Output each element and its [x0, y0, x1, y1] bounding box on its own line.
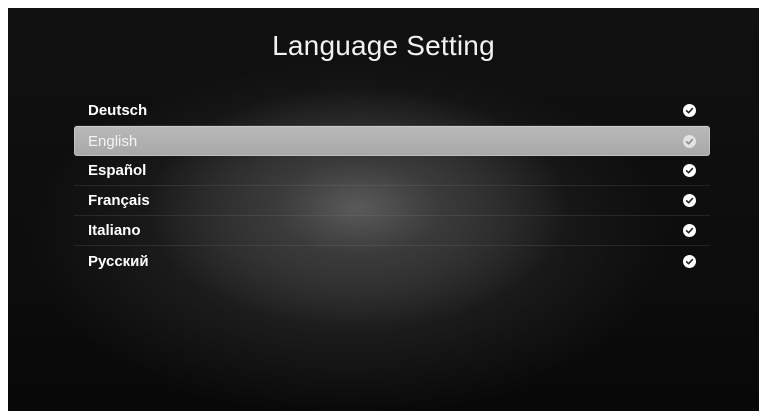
check-circle-icon: [683, 104, 696, 117]
language-item-english[interactable]: English: [74, 126, 710, 156]
language-label: Deutsch: [88, 102, 148, 119]
language-item-italiano[interactable]: Italiano: [74, 216, 710, 246]
language-label: Español: [88, 162, 147, 179]
language-label: Italiano: [88, 222, 141, 239]
language-list: Deutsch English Español Français Italian…: [74, 96, 710, 276]
check-circle-icon: [683, 194, 696, 207]
language-label: Français: [88, 192, 150, 209]
language-item-russian[interactable]: Русский: [74, 246, 710, 276]
language-label: English: [88, 132, 138, 150]
language-item-francais[interactable]: Français: [74, 186, 710, 216]
language-item-deutsch[interactable]: Deutsch: [74, 96, 710, 126]
check-circle-icon: [683, 164, 696, 177]
check-circle-icon: [683, 134, 696, 148]
language-label: Русский: [88, 252, 149, 270]
tv-screen: Language Setting Deutsch English Español…: [8, 8, 759, 411]
page-title: Language Setting: [272, 30, 495, 61]
check-circle-icon: [683, 224, 696, 237]
language-item-espanol[interactable]: Español: [74, 156, 710, 186]
check-circle-icon: [683, 254, 696, 268]
